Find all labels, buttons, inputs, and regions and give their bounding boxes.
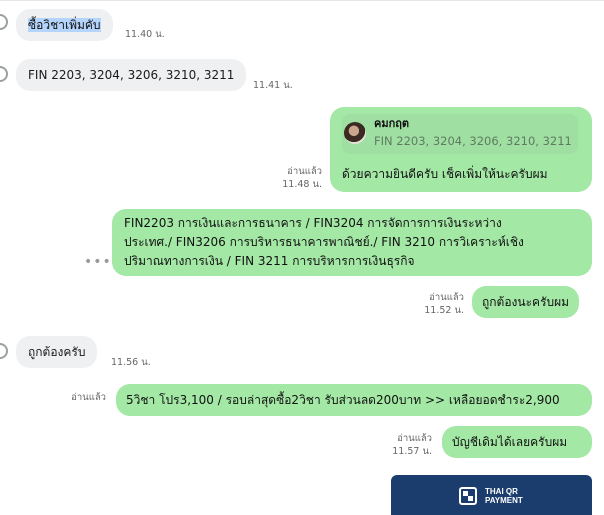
sender-avatar[interactable] <box>0 66 8 82</box>
selected-text: ซื้อวิชาเพิ่มคับ <box>28 18 101 32</box>
read-receipt: อ่านแล้ว 11.48 น. <box>282 166 322 190</box>
reply-quoted-text: FIN 2203, 3204, 3206, 3210, 3211 <box>374 134 572 148</box>
outgoing-message[interactable]: ถูกต้องนะครับผม <box>472 286 580 318</box>
read-receipt: อ่านแล้ว 11.57 น. <box>392 433 432 457</box>
message-time: 11.41 น. <box>253 80 293 91</box>
sender-avatar[interactable] <box>0 343 8 359</box>
message-time: 11.40 น. <box>125 29 165 40</box>
more-options-icon[interactable]: ••• <box>84 254 112 270</box>
incoming-message[interactable]: ถูกต้องครับ <box>16 336 98 368</box>
message-text: ถูกต้องครับ <box>28 345 86 359</box>
message-text: FIN 2203, 3204, 3206, 3210, 3211 <box>28 68 235 82</box>
thai-qr-payment-card[interactable]: THAI QR PAYMENT <box>391 475 592 515</box>
message-text: ถูกต้องนะครับผม <box>482 295 570 309</box>
incoming-message[interactable]: ซื้อวิชาเพิ่มคับ <box>16 9 113 41</box>
outgoing-message[interactable]: FIN2203 การเงินและการธนาคาร / FIN3204 กา… <box>112 209 592 276</box>
sender-avatar[interactable] <box>0 14 8 30</box>
top-divider <box>0 0 604 1</box>
outgoing-reply-message[interactable]: คมกฤต FIN 2203, 3204, 3206, 3210, 3211 ด… <box>330 107 592 192</box>
message-line: ประเทศ./ FIN3206 การบริหารธนาคารพาณิชย์.… <box>124 235 524 249</box>
message-text: 5วิชา โปร3,100 / รอบล่าสุดซื้อ2วิชา รับส… <box>126 393 560 407</box>
qr-card-label: THAI QR PAYMENT <box>485 487 523 505</box>
reply-quote-box[interactable]: คมกฤต FIN 2203, 3204, 3206, 3210, 3211 <box>342 114 578 154</box>
outgoing-message[interactable]: บัญชีเดิมได้เลยครับผม <box>442 426 592 458</box>
message-line: FIN2203 การเงินและการธนาคาร / FIN3204 กา… <box>124 216 502 230</box>
outgoing-message[interactable]: 5วิชา โปร3,100 / รอบล่าสุดซื้อ2วิชา รับส… <box>116 384 592 416</box>
reply-sender-name: คมกฤต <box>374 117 410 130</box>
message-text: ด้วยความยินดีครับ เช็คเพิ่มให้นะครับผม <box>342 167 548 181</box>
message-text: บัญชีเดิมได้เลยครับผม <box>452 435 568 449</box>
read-receipt: อ่านแล้ว 11.52 น. <box>424 292 464 316</box>
read-receipt: อ่านแล้ว <box>71 392 106 403</box>
incoming-message[interactable]: FIN 2203, 3204, 3206, 3210, 3211 <box>16 59 247 91</box>
message-time: 11.56 น. <box>111 357 151 368</box>
qr-icon <box>459 487 477 505</box>
message-line: ปริมาณทางการเงิน / FIN 3211 การบริหารการ… <box>124 254 415 268</box>
reply-avatar <box>344 122 366 144</box>
